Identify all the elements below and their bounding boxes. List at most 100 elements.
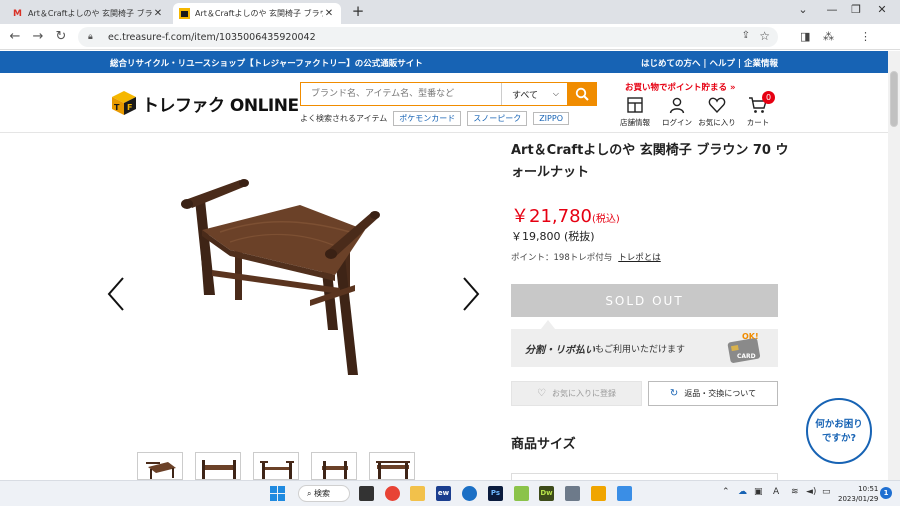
site-top-bar: 総合リサイクル・リユースショップ【トレジャーファクトリー】の公式通販サイト はじ…: [0, 51, 888, 73]
search-category-select[interactable]: すべて ⌵: [501, 83, 567, 105]
clock-time: 10:51: [858, 485, 879, 493]
login-link[interactable]: ログイン: [655, 95, 699, 128]
windows-taskbar: ⌕ 検索 ew Ps Dw ⌃ ☁ ▣ A ≋ ◄) ▭ 10:51 2023/…: [0, 480, 900, 506]
cart-count-badge: 0: [762, 91, 775, 104]
site-logo[interactable]: T F トレファク ONLINE: [110, 91, 299, 116]
price-incl-tax: ￥21,780(税込): [511, 202, 620, 228]
dreamweaver-icon[interactable]: Dw: [539, 486, 554, 501]
app-icon[interactable]: ew: [436, 486, 451, 501]
installment-text: もご利用いただけます: [595, 344, 686, 355]
gallery-prev-button[interactable]: [106, 276, 126, 312]
store-label: 店舗情報: [620, 118, 650, 127]
popular-chip[interactable]: ポケモンカード: [393, 111, 462, 126]
cart-label: カート: [746, 118, 770, 127]
gallery-thumbnail[interactable]: [137, 452, 183, 480]
trepo-link[interactable]: トレポとは: [618, 253, 661, 263]
search-category-label: すべて: [512, 90, 539, 101]
extensions-icon[interactable]: ◨: [800, 30, 810, 43]
svg-text:T: T: [114, 103, 120, 112]
close-icon[interactable]: ✕: [152, 8, 164, 19]
gallery-thumbnail[interactable]: [311, 452, 357, 480]
cloud-icon[interactable]: ☁: [738, 487, 747, 497]
gallery-thumbnail[interactable]: [253, 452, 299, 480]
search-box: すべて ⌵: [300, 82, 597, 106]
browser-tab-2[interactable]: Art＆Craftよしのや 玄関椅子 ブラウン 70 ✕: [173, 3, 341, 24]
favorite-label: お気に入り: [698, 118, 736, 127]
back-arrow-icon[interactable]: ←: [6, 28, 24, 46]
scrollbar-thumb[interactable]: [890, 71, 898, 127]
installment-pointer: [541, 320, 555, 329]
store-info-link[interactable]: 店舗情報: [613, 95, 657, 128]
photoshop-icon[interactable]: Ps: [488, 486, 503, 501]
app-icon[interactable]: [565, 486, 580, 501]
wifi-icon[interactable]: ≋: [791, 487, 799, 497]
card-ok-label: OK!: [742, 332, 759, 341]
chevron-up-icon[interactable]: ⌃: [722, 487, 730, 497]
svg-text:F: F: [127, 103, 132, 112]
search-input[interactable]: [301, 83, 501, 105]
favorite-button-label: お気に入りに登録: [551, 389, 616, 398]
close-icon[interactable]: ✕: [323, 8, 335, 19]
battery-icon[interactable]: ▭: [822, 487, 831, 497]
user-icon: [655, 95, 699, 115]
new-tab-button[interactable]: +: [349, 3, 367, 21]
ime-indicator[interactable]: A: [773, 487, 779, 497]
price-excl-tax: ￥19,800 (税抜): [511, 228, 595, 244]
task-view-icon[interactable]: [359, 486, 374, 501]
installment-bold: 分割・リボ払い: [525, 344, 595, 356]
windows-start-icon[interactable]: [270, 486, 285, 501]
login-label: ログイン: [662, 118, 692, 127]
app-icon[interactable]: [514, 486, 529, 501]
popular-chip[interactable]: スノーピーク: [467, 111, 528, 126]
price-excl-label: (税抜): [564, 230, 595, 243]
browser-tab-strip: M Art＆Craftよしのや 玄関椅子 ブラウン 70 ✕ Art＆Craft…: [0, 0, 900, 24]
address-bar[interactable]: 🔒︎ ec.treasure-f.com/item/10350064359200…: [78, 27, 778, 47]
app-icon[interactable]: [617, 486, 632, 501]
profile-icon[interactable]: ⁂: [823, 30, 834, 43]
price-excl-value: ￥19,800: [511, 230, 561, 243]
return-button-label: 返品・交換について: [684, 389, 757, 398]
share-icon[interactable]: ⇪: [742, 30, 750, 41]
store-icon: [613, 95, 657, 115]
url-text: ec.treasure-f.com/item/1035006435920042: [108, 31, 316, 43]
bookmark-star-icon[interactable]: ☆: [759, 29, 770, 43]
help-chat-bubble[interactable]: 何かお困り ですか?: [806, 398, 872, 464]
app-tray-icon[interactable]: ▣: [754, 487, 763, 497]
gallery-thumbnail[interactable]: [195, 452, 241, 480]
gallery-next-button[interactable]: [461, 276, 481, 312]
browser-tab-1[interactable]: M Art＆Craftよしのや 玄関椅子 ブラウン 70 ✕: [6, 3, 170, 24]
chevron-left-icon: [107, 277, 124, 311]
site-top-links[interactable]: はじめての方へ | ヘルプ | 企業情報: [641, 57, 778, 69]
tab-title: Art＆Craftよしのや 玄関椅子 ブラウン 70: [195, 9, 323, 18]
forward-arrow-icon[interactable]: →: [29, 28, 47, 46]
menu-dots-icon[interactable]: ⋮: [860, 30, 871, 43]
return-exchange-button[interactable]: ↻ 返品・交換について: [648, 381, 778, 406]
taskbar-search-label: 検索: [314, 489, 331, 498]
edge-icon[interactable]: [462, 486, 477, 501]
window-close-button[interactable]: ✕: [862, 0, 900, 22]
taskbar-search[interactable]: ⌕ 検索: [298, 485, 350, 502]
chrome-icon[interactable]: [385, 486, 400, 501]
page-scrollbar[interactable]: [888, 51, 900, 480]
file-explorer-icon[interactable]: [410, 486, 425, 501]
speaker-icon[interactable]: ◄): [806, 487, 816, 497]
gallery-thumbnail[interactable]: [369, 452, 415, 480]
help-line-2: ですか?: [821, 433, 856, 444]
reload-icon[interactable]: ↻: [52, 28, 70, 46]
favorites-link[interactable]: お気に入り: [695, 95, 739, 128]
heart-icon: [695, 95, 739, 115]
taskbar-clock[interactable]: 10:51 2023/01/29: [838, 484, 878, 504]
add-to-favorites-button[interactable]: ♡ お気に入りに登録: [511, 381, 642, 406]
sold-out-button[interactable]: SOLD OUT: [511, 284, 778, 317]
notification-badge[interactable]: 1: [880, 487, 892, 499]
points-promo-link[interactable]: お買い物でポイント貯まる »: [625, 81, 735, 93]
search-button[interactable]: [567, 83, 596, 105]
app-icon[interactable]: [591, 486, 606, 501]
card-label: CARD: [737, 353, 756, 360]
header-divider: [0, 132, 888, 133]
popular-chip[interactable]: ZIPPO: [533, 112, 569, 125]
refresh-icon: ↻: [669, 388, 679, 399]
logo-cube-icon: T F: [110, 91, 138, 115]
chevron-right-icon: [463, 277, 480, 311]
product-main-image[interactable]: [160, 170, 410, 395]
